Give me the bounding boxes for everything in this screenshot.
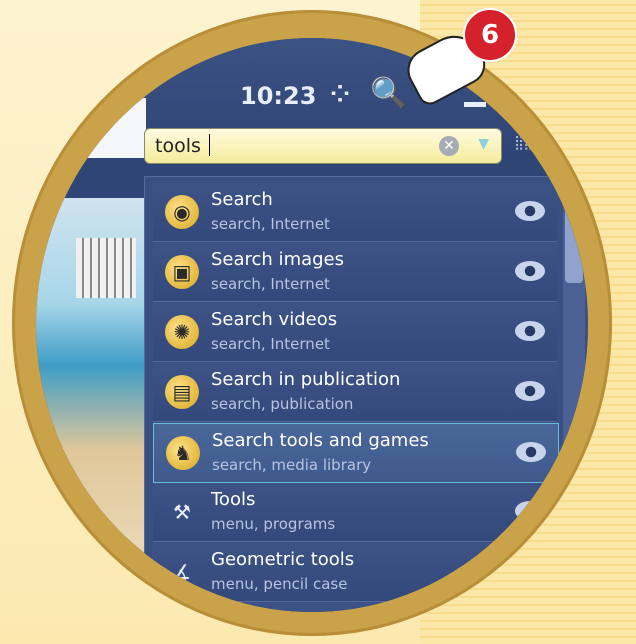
minimize-icon[interactable] [464,102,486,107]
result-title: Search tools and games [212,430,429,451]
step-number-badge: 6 [463,8,517,62]
eye-icon[interactable] [515,261,545,281]
result-title: Search in publication [211,369,401,390]
result-subtitle: search, Internet [211,215,330,233]
result-subtitle: menu, programs [211,515,336,533]
hammer-icon: ⚒ [173,500,191,524]
search-icon[interactable]: 🔍 [370,76,407,111]
result-row[interactable]: ∡ Geometric tools menu, pencil case [153,543,557,602]
page-edge [36,98,146,158]
result-row[interactable]: ◉ Search search, Internet [153,183,557,242]
scrollbar-thumb[interactable] [565,203,583,283]
magnifier-lens: 10:23 ⁘ 🔍 ? tools ✕ ▼ ⣿⣿ ◉ Search search… [36,38,588,612]
result-subtitle: search, media library [212,456,372,474]
result-subtitle: search, Internet [211,275,330,293]
eye-icon[interactable] [515,501,545,521]
result-row[interactable]: ▤ Search in publication search, publicat… [153,363,557,422]
result-title: Tools [211,489,256,510]
image-search-icon: ▣ [165,255,199,289]
eye-icon[interactable] [516,442,546,462]
search-results-list: ◉ Search search, Internet ▣ Search image… [144,176,588,612]
result-title: Search videos [211,309,338,330]
eye-icon[interactable] [515,201,545,221]
result-row-selected[interactable]: ♞ Search tools and games search, media l… [153,423,559,483]
dropdown-arrow-icon[interactable]: ▼ [478,136,489,152]
clear-search-icon[interactable]: ✕ [439,136,459,156]
result-title: Search [211,189,273,210]
background-illustration [36,198,144,612]
result-row[interactable]: ✺ Search videos search, Internet [153,303,557,362]
chess-knight-search-icon: ♞ [166,436,200,470]
eye-icon[interactable] [515,381,545,401]
result-subtitle: search, publication [211,395,354,413]
result-row[interactable]: ▣ Search images search, Internet [153,243,557,302]
result-subtitle: search, Internet [211,335,330,353]
publication-search-icon: ▤ [165,375,199,409]
result-title: Geometric tools [211,549,355,570]
result-title: Search images [211,249,345,270]
result-row[interactable]: ⚒ Tools menu, programs [153,483,557,542]
ship-illustration [76,238,136,298]
film-reel-search-icon: ✺ [165,315,199,349]
result-title: table [227,609,273,612]
result-subtitle: menu, pencil case [211,575,348,593]
eye-icon[interactable] [515,321,545,341]
clock-time: 10:23 [240,82,317,110]
dotted-grid-icon[interactable]: ⣿⣿ [514,135,533,151]
compass-icon: ∡ [173,560,191,584]
search-input[interactable]: tools ✕ ▼ [144,128,502,164]
result-row[interactable]: table [153,603,557,612]
globe-search-icon: ◉ [165,195,199,229]
text-caret [209,134,210,156]
apps-grid-icon[interactable]: ⁘ [330,80,350,108]
scroll-up-icon[interactable]: ▲ [563,177,585,199]
search-input-value: tools [155,135,201,157]
